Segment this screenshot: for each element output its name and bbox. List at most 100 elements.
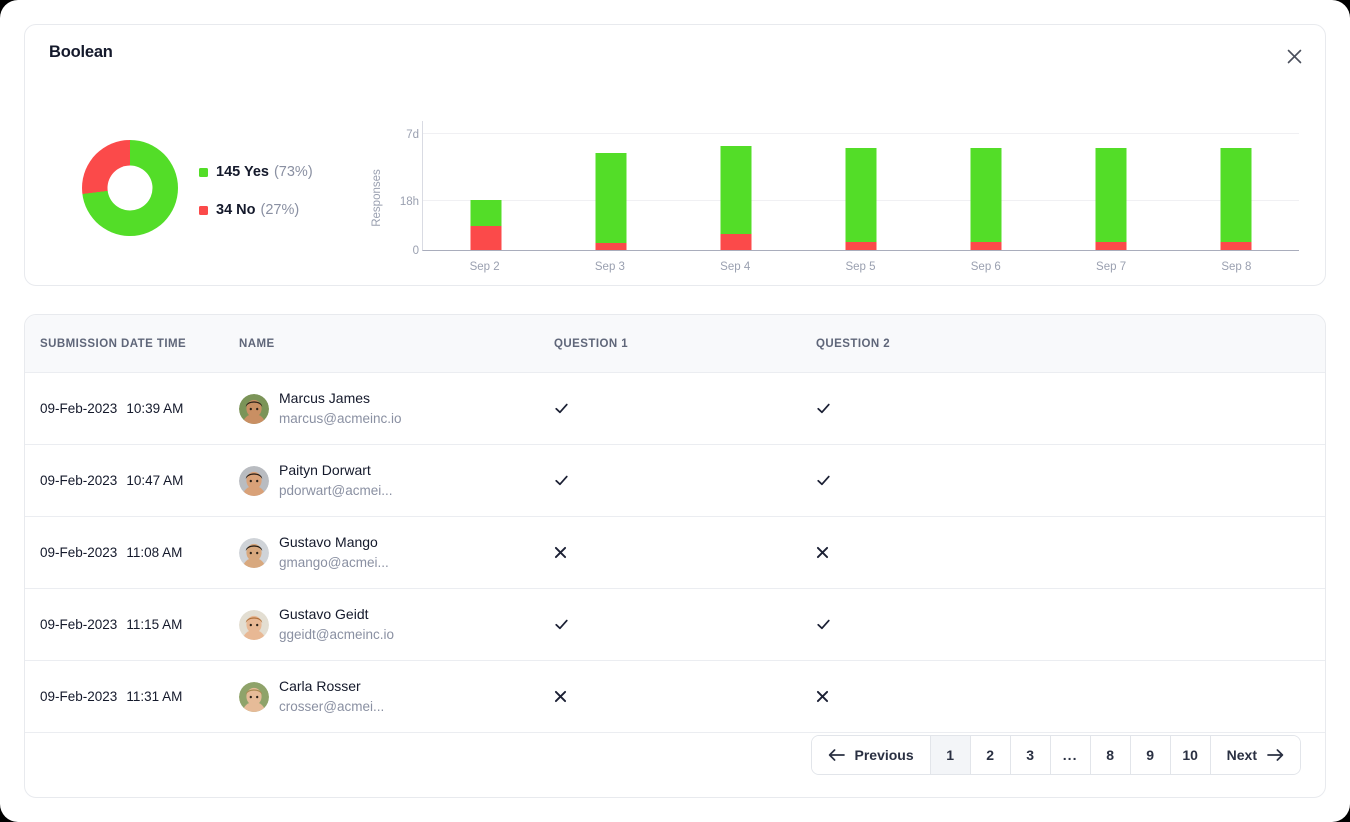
legend-swatch-icon bbox=[199, 205, 208, 215]
close-button[interactable] bbox=[1277, 39, 1311, 73]
cell-submission-date-time: 09-Feb-2023 11:08 AM bbox=[25, 545, 239, 560]
legend-percent: (73%) bbox=[273, 164, 313, 180]
column-header-question-1: QUESTION 1 bbox=[554, 337, 629, 350]
responses-bar-chart: Responses 0 18h 7d Sep 2 Sep 3 Sep 4 Sep 5 Sep… bbox=[365, 121, 1313, 286]
legend-item: 145 Yes (73%) bbox=[199, 161, 313, 183]
cross-icon bbox=[554, 690, 816, 703]
bar-segment-no bbox=[1220, 241, 1252, 250]
arrow-right-icon bbox=[1267, 748, 1284, 762]
bar-column[interactable] bbox=[1095, 147, 1127, 250]
page-title: Boolean bbox=[49, 43, 113, 61]
cell-submission-date-time: 09-Feb-2023 10:47 AM bbox=[25, 473, 239, 488]
bar-segment-yes bbox=[1220, 147, 1252, 242]
submission-time: 11:08 AM bbox=[126, 545, 183, 560]
pagination-page-8[interactable]: 8 bbox=[1090, 736, 1131, 774]
table-row[interactable]: 09-Feb-2023 10:39 AM Marcus James marcus@ac… bbox=[25, 373, 1325, 445]
submission-date: 09-Feb-2023 bbox=[40, 689, 118, 704]
legend-swatch-icon bbox=[199, 167, 208, 177]
bar-column[interactable] bbox=[595, 152, 627, 250]
pagination-page-2[interactable]: 2 bbox=[970, 736, 1011, 774]
pagination-next-button[interactable]: Next bbox=[1210, 736, 1300, 774]
pagination-previous-label: Previous bbox=[854, 747, 914, 763]
y-axis-tick-label: 7d bbox=[406, 128, 419, 141]
bar-segment-no bbox=[1095, 241, 1127, 250]
submission-time: 10:39 AM bbox=[126, 401, 184, 416]
x-axis-tick-label: Sep 2 bbox=[469, 261, 500, 273]
column-header-question-2: QUESTION 2 bbox=[816, 337, 891, 350]
pagination-ellipsis: ... bbox=[1050, 736, 1091, 774]
x-axis-tick-label: Sep 7 bbox=[1096, 261, 1127, 273]
pagination-next-label: Next bbox=[1226, 747, 1257, 763]
pagination[interactable]: Previous 1 2 3... 8 9 10 Next bbox=[810, 735, 1301, 775]
submission-date: 09-Feb-2023 bbox=[40, 473, 118, 488]
table-header-row: SUBMISSION DATE TIME NAME QUESTION 1 QUE… bbox=[25, 315, 1325, 373]
donut-legend: 145 Yes (73%) 34 No (27%) bbox=[199, 161, 313, 237]
gridline bbox=[423, 132, 1299, 134]
check-icon bbox=[554, 401, 816, 416]
person-name: Marcus James bbox=[279, 389, 371, 406]
x-axis-tick-label: Sep 5 bbox=[845, 261, 876, 273]
pagination-previous-button[interactable]: Previous bbox=[811, 736, 931, 774]
submission-date: 09-Feb-2023 bbox=[40, 401, 118, 416]
submission-date: 09-Feb-2023 bbox=[40, 545, 118, 560]
submission-time: 11:15 AM bbox=[126, 617, 183, 632]
arrow-left-icon bbox=[828, 748, 845, 762]
bar-segment-no bbox=[970, 241, 1002, 250]
pagination-page-10[interactable]: 10 bbox=[1170, 736, 1211, 774]
person-email: gmango@acmei... bbox=[279, 554, 389, 570]
x-axis-tick-label: Sep 8 bbox=[1221, 261, 1252, 273]
avatar bbox=[239, 465, 269, 496]
y-axis-tick-label: 18h bbox=[399, 196, 419, 209]
bar-plot-area bbox=[422, 121, 1299, 251]
pagination-page-1[interactable]: 1 bbox=[930, 736, 971, 774]
column-header-name: NAME bbox=[239, 337, 275, 350]
cross-icon bbox=[816, 690, 1325, 703]
pagination-page-9[interactable]: 9 bbox=[1130, 736, 1171, 774]
cell-name: Marcus James marcus@acmeinc.io bbox=[239, 389, 554, 429]
bar-segment-yes bbox=[595, 152, 627, 244]
bar-segment-yes bbox=[970, 147, 1002, 242]
legend-label: 34 No bbox=[216, 202, 256, 218]
y-axis-tick-label: 0 bbox=[412, 245, 419, 257]
check-icon bbox=[816, 401, 1325, 416]
table-row[interactable]: 09-Feb-2023 11:15 AM Gustavo Geidt ggeidt@a… bbox=[25, 589, 1325, 661]
bar-column[interactable] bbox=[1220, 147, 1252, 250]
submission-time: 11:31 AM bbox=[126, 689, 183, 704]
cross-icon bbox=[554, 546, 816, 559]
x-axis-tick-label: Sep 4 bbox=[720, 261, 751, 273]
y-axis-title: Responses bbox=[369, 143, 385, 253]
person-email: ggeidt@acmeinc.io bbox=[279, 626, 395, 642]
check-icon bbox=[816, 617, 1325, 632]
bar-column[interactable] bbox=[470, 200, 502, 250]
cell-name: Gustavo Mango gmango@acmei... bbox=[239, 533, 554, 573]
cell-submission-date-time: 09-Feb-2023 10:39 AM bbox=[25, 401, 239, 416]
table-body: 09-Feb-2023 10:39 AM Marcus James marcus@ac… bbox=[25, 373, 1325, 733]
bar-column[interactable] bbox=[970, 147, 1002, 250]
bar-column[interactable] bbox=[845, 147, 877, 250]
person-email: pdorwart@acmei... bbox=[279, 482, 393, 498]
donut-chart-group: 145 Yes (73%) 34 No (27%) bbox=[57, 113, 357, 263]
submissions-table-card: SUBMISSION DATE TIME NAME QUESTION 1 QUE… bbox=[24, 314, 1326, 798]
person-email: marcus@acmeinc.io bbox=[279, 410, 402, 426]
submission-date: 09-Feb-2023 bbox=[40, 617, 118, 632]
column-header-submission-date-time: SUBMISSION DATE TIME bbox=[40, 337, 187, 350]
check-icon bbox=[554, 473, 816, 488]
x-axis-tick-label: Sep 6 bbox=[970, 261, 1001, 273]
x-axis-ticks: Sep 2 Sep 3 Sep 4 Sep 5 Sep 6 Sep 7 Sep 8 bbox=[422, 261, 1299, 281]
submission-time: 10:47 AM bbox=[126, 473, 184, 488]
cell-name: Gustavo Geidt ggeidt@acmeinc.io bbox=[239, 605, 554, 645]
pagination-page-3[interactable]: 3 bbox=[1010, 736, 1051, 774]
table-row[interactable]: 09-Feb-2023 10:47 AM Paityn Dorwart pdorwar… bbox=[25, 445, 1325, 517]
table-row[interactable]: 09-Feb-2023 11:08 AM Gustavo Mango gmango@a… bbox=[25, 517, 1325, 589]
bar-segment-yes bbox=[720, 145, 752, 234]
check-icon bbox=[554, 617, 816, 632]
app-root: Boolean 145 Yes (73%) 34 No (27%) Responses… bbox=[0, 0, 1350, 822]
cell-submission-date-time: 09-Feb-2023 11:31 AM bbox=[25, 689, 239, 704]
check-icon bbox=[816, 473, 1325, 488]
bar-segment-yes bbox=[845, 147, 877, 242]
bar-column[interactable] bbox=[720, 145, 752, 250]
y-axis-title-label: Responses bbox=[371, 169, 384, 227]
close-icon bbox=[1286, 48, 1303, 65]
avatar bbox=[239, 537, 269, 568]
bar-segment-no bbox=[595, 243, 627, 250]
